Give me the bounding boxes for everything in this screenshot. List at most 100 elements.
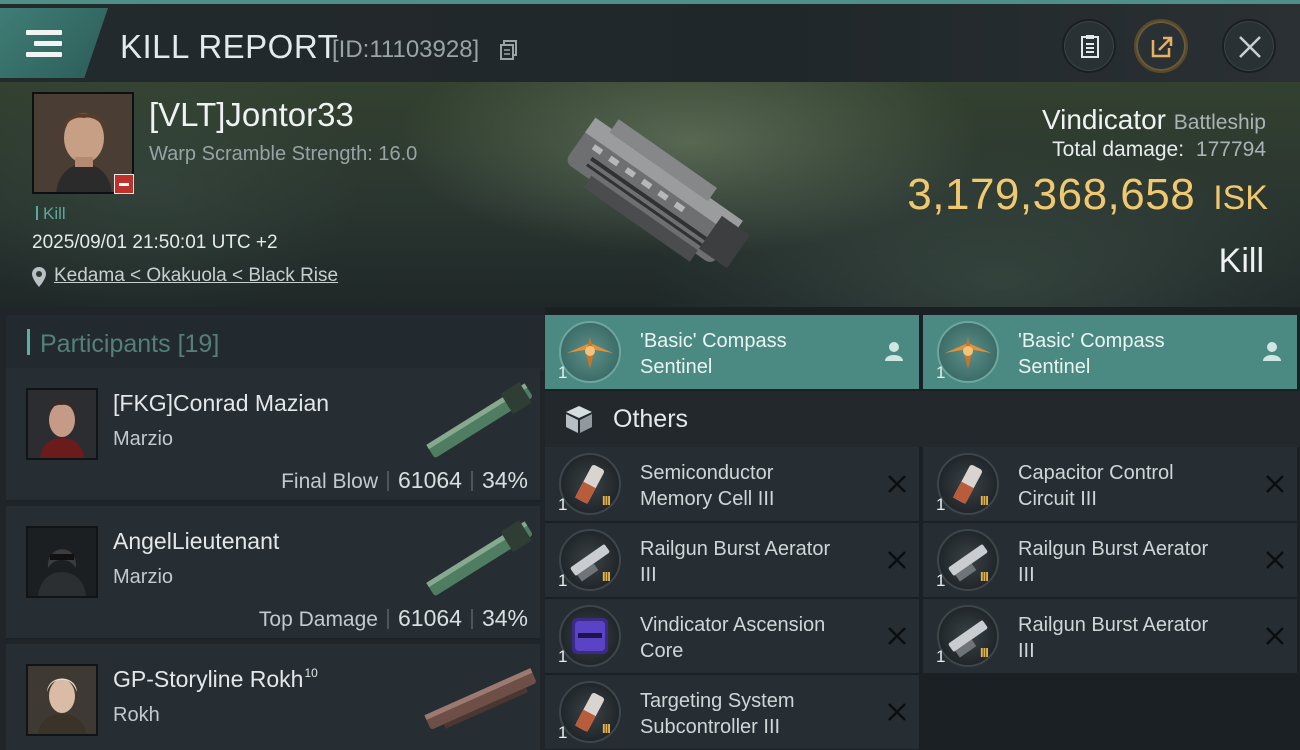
railgun-rig-icon [559, 529, 621, 591]
participant-ship: Rokh [113, 704, 160, 726]
victim-ship-image [567, 117, 750, 269]
item-quantity: 1 [558, 571, 568, 590]
item-name: Semiconductor Memory Cell III [640, 462, 775, 510]
destroyed-x-icon [888, 627, 906, 645]
item-quantity: 1 [936, 363, 946, 382]
location-pin-icon [32, 267, 46, 287]
close-icon [1239, 36, 1261, 58]
warp-scramble-strength: Warp Scramble Strength: 16.0 [149, 143, 418, 165]
victim-ship[interactable]: Vindicator Battleship [1042, 104, 1266, 136]
other-item[interactable]: III 1 Targeting System Subcontroller III [545, 675, 919, 749]
menu-button[interactable] [0, 8, 108, 78]
tier-badge: III [980, 645, 989, 660]
participant-row[interactable]: [FKG]Conrad Mazian Marzio Final Blow 6106… [6, 368, 540, 502]
item-quantity: 1 [558, 647, 568, 666]
item-name: 'Basic' Compass Sentinel [1018, 330, 1165, 378]
ascension-core-icon [559, 605, 621, 667]
item-name: Railgun Burst Aerator III [1018, 614, 1209, 662]
others-label: Others [613, 405, 689, 433]
participant-damage-percent: 34% [481, 467, 528, 493]
participant-ship-image [426, 520, 532, 596]
item-quantity: 1 [936, 647, 946, 666]
item-name: Targeting System Subcontroller III [640, 690, 795, 738]
drone-icon [937, 321, 999, 383]
participant-level: 10 [304, 666, 318, 680]
share-icon [1151, 36, 1173, 58]
kill-result: Kill [1218, 242, 1264, 280]
close-button[interactable] [1222, 19, 1276, 73]
page-title: KILL REPORT [120, 28, 339, 65]
total-damage-label: Total damage: [1052, 138, 1185, 161]
railgun-rig-icon [937, 605, 999, 667]
cube-icon [566, 406, 592, 433]
item-name: Railgun Burst Aerator III [1018, 538, 1209, 586]
railgun-rig-icon [937, 529, 999, 591]
participant-stats: Final Blow 61064 34% [281, 467, 528, 494]
destroyed-x-icon [1266, 551, 1284, 569]
ship-class: Battleship [1173, 111, 1266, 134]
item-quantity: 1 [558, 495, 568, 514]
destroyed-x-icon [1266, 475, 1284, 493]
participant-stat-label: Top Damage [258, 608, 378, 631]
share-button[interactable] [1134, 19, 1188, 73]
destroyed-x-icon [888, 551, 906, 569]
participant-ship-image [426, 382, 532, 458]
total-damage-value: 177794 [1195, 138, 1266, 161]
item-name: Railgun Burst Aerator III [640, 538, 831, 586]
participant-damage: 61064 [397, 467, 462, 493]
participant-ship: Marzio [113, 428, 174, 450]
standing-badge [114, 174, 134, 194]
drone-item[interactable]: 1 'Basic' Compass Sentinel [545, 315, 919, 389]
report-log-button[interactable] [1062, 19, 1116, 73]
destroyed-x-icon [888, 475, 906, 493]
isk-amount: 3,179,368,658 [907, 170, 1196, 219]
participant-stats: Top Damage 61064 34% [259, 605, 528, 632]
other-item[interactable]: 1 Vindicator Ascension Core [545, 599, 919, 673]
drone-icon [559, 321, 621, 383]
kill-tag: Kill [36, 204, 66, 224]
destroyed-x-icon [888, 703, 906, 721]
item-name: 'Basic' Compass Sentinel [640, 330, 787, 378]
other-item[interactable]: III 1 Railgun Burst Aerator III [923, 523, 1297, 597]
participant-damage-percent: 34% [481, 605, 528, 631]
report-id: [ID:11103928] [332, 36, 480, 63]
other-item[interactable]: III 1 Semiconductor Memory Cell III [545, 447, 919, 521]
participant-avatar [26, 526, 98, 598]
item-quantity: 1 [558, 723, 568, 742]
canister-icon [559, 681, 621, 743]
item-name: Capacitor Control Circuit III [1018, 462, 1174, 510]
kill-datetime: 2025/09/01 21:50:01 UTC +2 [32, 232, 278, 253]
participant-row[interactable]: AngelLieutenant Marzio Top Damage 61064 34… [6, 506, 540, 640]
person-icon[interactable] [885, 341, 903, 361]
participant-name: AngelLieutenant [113, 528, 280, 554]
isk-value: 3,179,368,658 ISK [907, 170, 1268, 220]
menu-icon [26, 30, 62, 58]
participant-stat-label: Final Blow [281, 470, 378, 493]
participant-name: GP-Storyline Rokh10 [113, 666, 318, 692]
victim-banner: [VLT]Jontor33 Warp Scramble Strength: 16… [0, 82, 1300, 307]
drone-item[interactable]: 1 'Basic' Compass Sentinel [923, 315, 1297, 389]
participant-damage: 61064 [397, 605, 462, 631]
tier-badge: III [602, 721, 611, 736]
copy-icon[interactable] [500, 40, 518, 60]
person-icon[interactable] [1263, 341, 1281, 361]
victim-name[interactable]: [VLT]Jontor33 [149, 96, 354, 134]
tier-badge: III [602, 493, 611, 508]
other-item[interactable]: III 1 Railgun Burst Aerator III [923, 599, 1297, 673]
participant-row[interactable]: GP-Storyline Rokh10 Rokh [6, 644, 540, 750]
participant-ship: Marzio [113, 566, 174, 588]
header-bar: KILL REPORT [ID:11103928] [0, 0, 1300, 82]
item-quantity: 1 [936, 495, 946, 514]
total-damage: Total damage: 177794 [1052, 138, 1266, 162]
canister-icon [937, 453, 999, 515]
isk-unit: ISK [1213, 179, 1268, 217]
other-item[interactable]: III 1 Capacitor Control Circuit III [923, 447, 1297, 521]
participant-name: [FKG]Conrad Mazian [113, 390, 330, 416]
participant-avatar [26, 664, 98, 736]
tier-badge: III [980, 493, 989, 508]
participant-ship-image [424, 668, 536, 729]
other-item[interactable]: III 1 Railgun Burst Aerator III [545, 523, 919, 597]
item-quantity: 1 [558, 363, 568, 382]
participant-avatar [26, 388, 98, 460]
location-link[interactable]: Kedama < Okakuola < Black Rise [54, 265, 338, 287]
